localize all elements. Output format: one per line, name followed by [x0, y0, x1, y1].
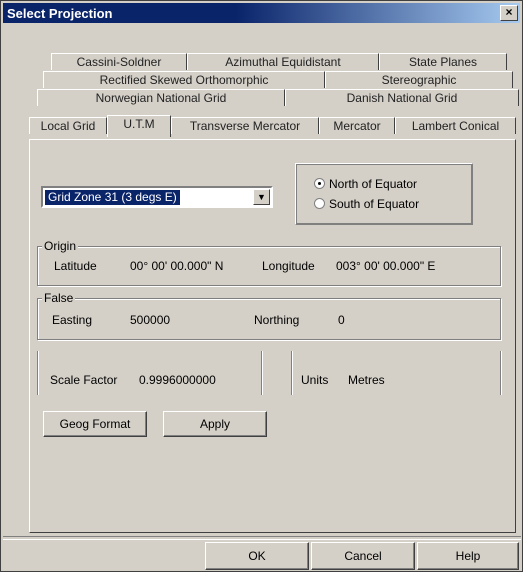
- units-value: Metres: [348, 373, 385, 387]
- radio-north-label: North of Equator: [329, 176, 418, 191]
- tab-rectified-skewed-orthomorphic[interactable]: Rectified Skewed Orthomorphic: [43, 71, 325, 88]
- tab-azimuthal-equidistant[interactable]: Azimuthal Equidistant: [187, 53, 379, 70]
- grid-zone-value: Grid Zone 31 (3 degs E): [45, 190, 180, 205]
- scale-factor-value: 0.9996000000: [139, 373, 216, 387]
- geog-format-button[interactable]: Geog Format: [43, 411, 147, 437]
- longitude-label: Longitude: [262, 259, 315, 273]
- tab-norwegian-national-grid[interactable]: Norwegian National Grid: [37, 89, 285, 106]
- radio-checked-icon[interactable]: [314, 178, 325, 190]
- northing-label: Northing: [254, 313, 300, 327]
- footer-divider: [3, 536, 521, 540]
- close-button[interactable]: ×: [500, 5, 518, 21]
- ok-button[interactable]: OK: [205, 542, 309, 570]
- hemisphere-group: North of Equator South of Equator: [295, 163, 473, 225]
- tab-cassini-soldner[interactable]: Cassini-Soldner: [51, 53, 187, 70]
- origin-group: Origin Latitude 00° 00' 00.000" N Longit…: [37, 239, 501, 286]
- radio-south-of-equator[interactable]: South of Equator: [314, 196, 419, 212]
- radio-south-label: South of Equator: [329, 196, 420, 211]
- scale-divider-right: [500, 351, 502, 395]
- dropdown-arrow-icon[interactable]: ▼: [253, 189, 270, 205]
- tab-transverse-mercator[interactable]: Transverse Mercator: [171, 117, 319, 134]
- apply-button[interactable]: Apply: [163, 411, 267, 437]
- scale-factor-label: Scale Factor: [50, 373, 118, 387]
- grid-zone-dropdown[interactable]: Grid Zone 31 (3 degs E) ▼: [41, 186, 273, 208]
- cancel-button[interactable]: Cancel: [311, 542, 415, 570]
- false-origin-group: False Easting 500000 Northing 0: [37, 291, 501, 340]
- help-button[interactable]: Help: [417, 542, 519, 570]
- tab-danish-national-grid[interactable]: Danish National Grid: [285, 89, 519, 106]
- easting-value: 500000: [130, 313, 171, 327]
- tab-state-planes[interactable]: State Planes: [379, 53, 507, 70]
- latitude-label: Latitude: [54, 259, 97, 273]
- title-bar[interactable]: Select Projection ×: [3, 3, 520, 23]
- select-projection-dialog: Select Projection × Cassini-Soldner Azim…: [0, 0, 523, 572]
- false-legend: False: [42, 291, 76, 305]
- tab-mercator[interactable]: Mercator: [319, 117, 395, 134]
- easting-label: Easting: [52, 313, 93, 327]
- radio-unchecked-icon[interactable]: [314, 198, 325, 210]
- latitude-value: 00° 00' 00.000" N: [130, 259, 224, 273]
- tab-lambert-conical[interactable]: Lambert Conical: [395, 117, 516, 134]
- tab-stereographic[interactable]: Stereographic: [325, 71, 513, 88]
- radio-north-of-equator[interactable]: North of Equator: [314, 176, 417, 192]
- longitude-value: 003° 00' 00.000" E: [336, 259, 436, 273]
- origin-legend: Origin: [42, 239, 79, 253]
- units-divider: [291, 351, 293, 395]
- window-title: Select Projection: [7, 6, 113, 21]
- northing-value: 0: [338, 313, 345, 327]
- tab-utm[interactable]: U.T.M: [107, 115, 171, 137]
- scale-divider-left: [37, 351, 39, 395]
- scale-divider-mid: [261, 351, 263, 395]
- tab-local-grid[interactable]: Local Grid: [29, 117, 107, 134]
- units-label: Units: [301, 373, 329, 387]
